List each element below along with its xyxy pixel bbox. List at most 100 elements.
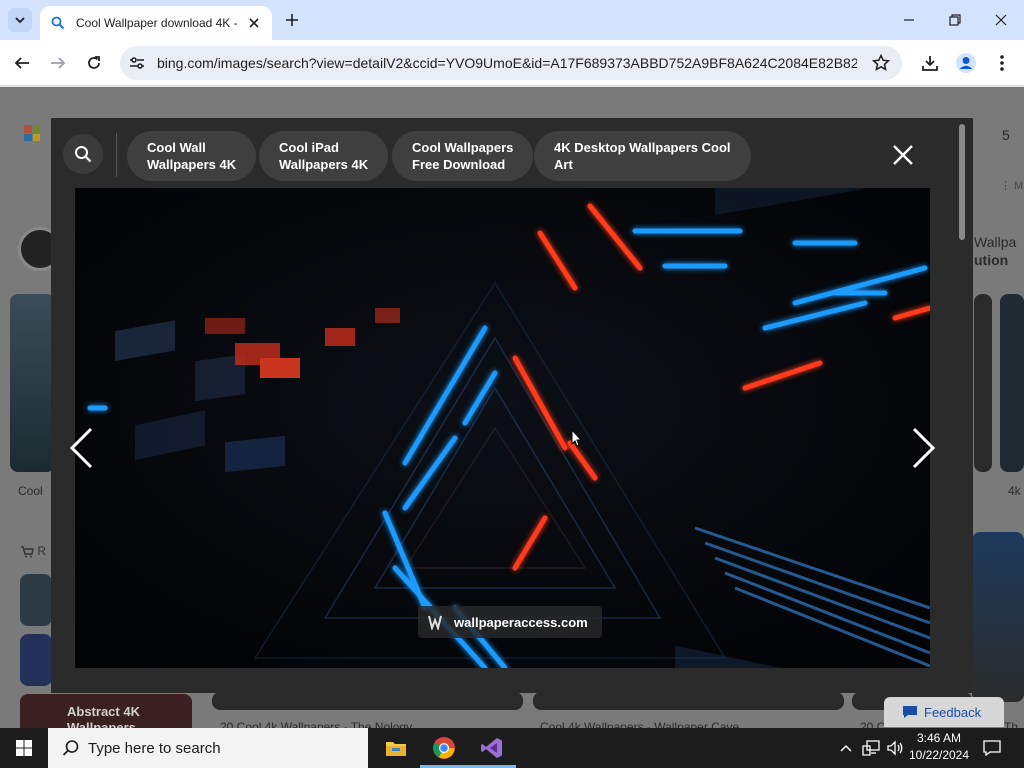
network-icon — [862, 740, 880, 756]
search-icon — [62, 740, 79, 756]
download-button[interactable] — [918, 51, 942, 75]
thumbnail-caption: 4k — [1008, 484, 1021, 498]
image-thumbnail[interactable] — [212, 692, 523, 710]
feedback-icon — [903, 706, 917, 718]
download-icon — [922, 56, 938, 71]
new-tab-button[interactable] — [282, 10, 302, 30]
notification-center-button[interactable] — [978, 728, 1006, 768]
chip-label: Cool Wall Wallpapers 4K — [147, 139, 236, 173]
tab-list-button[interactable] — [8, 8, 32, 32]
system-clock[interactable]: 3:46 AM 10/22/2024 — [904, 730, 974, 766]
chevron-down-icon — [15, 17, 25, 24]
image-source-badge[interactable]: wallpaperaccess.com — [418, 606, 602, 638]
more-icon — [1000, 55, 1004, 71]
chrome-icon — [433, 737, 455, 759]
volume-icon — [887, 740, 903, 756]
star-icon[interactable] — [872, 54, 890, 72]
forward-icon — [51, 57, 66, 69]
taskbar: Type here to search 3:46 AM 10/22/2024 — [0, 728, 1024, 768]
browser-tab[interactable]: Cool Wallpaper download 4K - — [40, 6, 272, 40]
modal-scrollbar[interactable] — [957, 122, 967, 690]
search-placeholder: Type here to search — [88, 739, 221, 757]
divider — [116, 133, 117, 177]
profile-icon — [956, 53, 976, 73]
chip-line-2: Free Download — [412, 157, 506, 172]
shopping-cart-icon — [21, 546, 34, 558]
volume-control[interactable] — [884, 728, 906, 768]
chip-line-1: Cool iPad — [279, 140, 339, 155]
image-thumbnail[interactable] — [20, 574, 52, 626]
visual-studio-icon — [481, 738, 502, 758]
thumbnail-caption: 20 Cool 4k Wallpapers - The Nology — [220, 720, 413, 728]
wallpaperaccess-logo-icon — [428, 613, 446, 631]
chip-line-1: 4K Desktop Wallpapers Cool — [554, 140, 731, 155]
more-menu-fragment: ⋮ M — [1000, 180, 1024, 192]
forward-button[interactable] — [46, 51, 70, 75]
related-search-chip[interactable]: 4K Desktop Wallpapers Cool Art — [534, 131, 751, 181]
chip-line-2: Wallpapers 4K — [147, 157, 237, 172]
chip-line-1: Cool Wall — [147, 140, 206, 155]
chip-label: Cool Wallpapers Free Download — [412, 139, 513, 173]
close-icon — [893, 145, 913, 165]
modal-search-button[interactable] — [63, 134, 103, 174]
thumbnail-caption: Cool 4k Wallpapers - Wallpaper Cave — [540, 720, 740, 728]
maximize-button[interactable] — [943, 8, 967, 32]
maximize-icon — [949, 14, 961, 26]
browser-toolbar: bing.com/images/search?view=detailV2&cci… — [0, 40, 1024, 86]
network-status[interactable] — [860, 728, 882, 768]
source-label: wallpaperaccess.com — [454, 614, 588, 630]
next-image-button[interactable] — [904, 418, 944, 478]
minimize-button[interactable] — [897, 8, 921, 32]
search-icon — [75, 146, 92, 163]
back-button[interactable] — [10, 51, 34, 75]
bing-search-icon — [50, 15, 66, 31]
thumbnail-caption: 20 C — [860, 720, 886, 728]
image-thumbnail[interactable] — [533, 692, 844, 710]
related-search-chip[interactable]: Cool iPad Wallpapers 4K — [259, 131, 389, 181]
previous-image-button[interactable] — [61, 418, 101, 478]
image-detail-modal: Cool Wall Wallpapers 4K Cool iPad Wallpape… — [51, 118, 973, 693]
wallpaper-image[interactable]: wallpaperaccess.com — [75, 188, 930, 668]
taskbar-visual-studio[interactable] — [468, 728, 516, 768]
close-window-button[interactable] — [989, 8, 1013, 32]
tab-strip: Cool Wallpaper download 4K - — [0, 0, 1024, 40]
minimize-icon — [904, 19, 914, 21]
image-thumbnail[interactable] — [10, 294, 55, 472]
taskbar-search-box[interactable]: Type here to search — [48, 728, 368, 768]
section-label: R — [20, 544, 46, 558]
section-label-text: R — [37, 544, 47, 558]
more-menu-button[interactable] — [990, 51, 1014, 75]
file-explorer-icon — [386, 742, 406, 756]
start-button[interactable] — [0, 728, 48, 768]
close-icon — [995, 14, 1007, 26]
address-bar[interactable]: bing.com/images/search?view=detailV2&cci… — [120, 46, 902, 80]
image-thumbnail[interactable] — [20, 634, 52, 686]
image-thumbnail[interactable] — [1000, 294, 1024, 472]
url-text: bing.com/images/search?view=detailV2&cci… — [157, 55, 857, 71]
feedback-button[interactable]: Feedback — [884, 697, 1004, 727]
microsoft-logo[interactable] — [24, 125, 40, 141]
scrollbar-thumb[interactable] — [959, 124, 965, 240]
neon-triangle-tunnel-image — [75, 188, 930, 668]
related-search-chip[interactable]: Cool Wallpapers Free Download — [392, 131, 534, 181]
show-hidden-icons-button[interactable] — [836, 728, 856, 768]
modal-close-button[interactable] — [888, 140, 918, 170]
tab-title: Cool Wallpaper download 4K - — [76, 16, 238, 30]
site-settings-icon[interactable] — [128, 54, 146, 72]
side-text-1: Wallpa — [974, 234, 1017, 250]
tab-close-icon[interactable] — [246, 15, 262, 31]
abstract-caption: Abstract 4K Wallpapers — [67, 704, 140, 728]
taskbar-chrome[interactable] — [420, 728, 468, 768]
reload-icon — [88, 56, 100, 69]
chevron-left-icon — [69, 427, 93, 469]
profile-button[interactable] — [954, 51, 978, 75]
image-thumbnail[interactable] — [972, 532, 1024, 702]
notification-icon — [983, 740, 1001, 756]
related-search-chip[interactable]: Cool Wall Wallpapers 4K — [127, 131, 257, 181]
chip-line-2: Wallpapers 4K — [279, 157, 369, 172]
taskbar-file-explorer[interactable] — [372, 728, 420, 768]
image-thumbnail[interactable] — [974, 294, 992, 472]
chevron-right-icon — [912, 427, 936, 469]
reload-button[interactable] — [82, 51, 106, 75]
side-text-2: ution — [974, 252, 1009, 268]
